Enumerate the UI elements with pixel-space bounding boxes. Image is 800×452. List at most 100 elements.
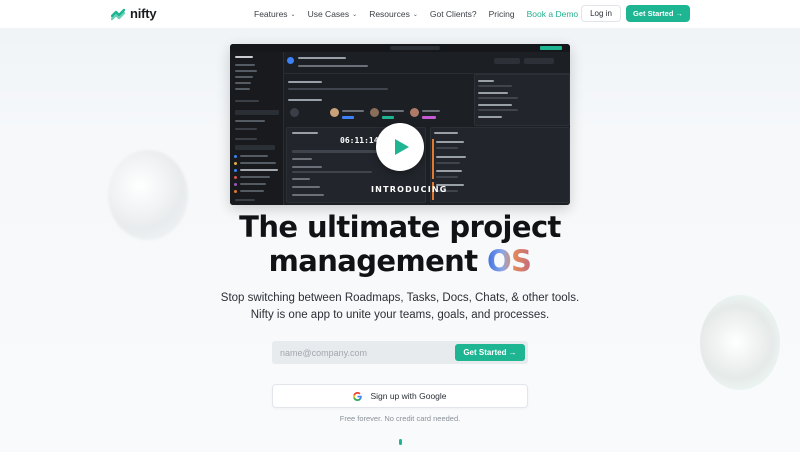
nav-get-started-button[interactable]: Get Started → (626, 5, 690, 22)
ms-line (436, 156, 466, 158)
tt-row (292, 158, 312, 160)
nav-book-demo-label: Book a Demo (526, 9, 579, 19)
member-avatar (410, 108, 419, 117)
automate-btn (494, 58, 520, 64)
sb-line (240, 162, 276, 164)
time-tracker-readout: 06:11:14 (340, 136, 379, 145)
video-caption: INTRODUCING (371, 185, 448, 194)
activity-line (478, 97, 518, 99)
google-icon (353, 391, 363, 401)
nav-features-label: Features (254, 9, 288, 19)
headline-line-1: The ultimate project (239, 210, 561, 244)
logo[interactable]: nifty (111, 6, 157, 21)
sb-dot (234, 162, 237, 165)
project-title-line (298, 57, 346, 59)
subheadline-line-1: Stop switching between Roadmaps, Tasks, … (220, 292, 580, 304)
chevron-down-icon: ⌄ (352, 11, 358, 18)
app-preview-topbar (230, 44, 570, 52)
sb-line (235, 110, 279, 115)
hero-headline: The ultimate project management OS (0, 210, 800, 278)
sb-dot (234, 155, 237, 158)
tt-row (292, 178, 310, 180)
signup-fineprint: Free forever. No credit card needed. (339, 414, 461, 423)
tt-row (292, 194, 324, 196)
headline-line-2: management OS (0, 244, 800, 278)
ms-heading (434, 132, 458, 134)
activity-line (478, 85, 512, 87)
sb-line (240, 190, 264, 192)
sb-dot (234, 176, 237, 179)
sb-line (235, 70, 257, 72)
hero-subheadline: Stop switching between Roadmaps, Tasks, … (0, 290, 800, 324)
play-button[interactable] (376, 123, 424, 171)
nav-resources-label: Resources (369, 9, 410, 19)
app-preview-new-button (540, 46, 562, 50)
sb-line (235, 138, 257, 140)
ms-line (436, 147, 458, 149)
chevron-down-icon: ⌄ (412, 11, 418, 18)
tt-heading (292, 132, 318, 134)
ms-line (436, 170, 462, 172)
sb-line (235, 56, 253, 58)
tt-row (292, 171, 372, 173)
tt-row (292, 186, 320, 188)
top-nav: nifty Features ⌄ Use Cases ⌄ Resources ⌄… (0, 0, 800, 28)
sb-line (240, 183, 266, 185)
headline-line-2-prefix: management (268, 244, 487, 278)
activity-line (478, 92, 508, 94)
member-name (422, 110, 440, 112)
member-name (342, 110, 364, 112)
play-icon (395, 139, 409, 155)
ms-line (436, 141, 464, 143)
sb-line (235, 145, 275, 150)
email-signup-form: Get Started → (272, 341, 528, 364)
nav-book-demo[interactable]: Book a Demo (527, 9, 579, 19)
member-avatar (330, 108, 339, 117)
headline-highlight: OS (486, 244, 532, 278)
add-widget-btn (524, 58, 554, 64)
sb-line (235, 120, 265, 122)
sb-line (240, 169, 278, 171)
sb-line (240, 155, 268, 157)
sb-line (235, 76, 253, 78)
sb-line (235, 88, 250, 90)
sb-dot (234, 190, 237, 193)
sb-line (235, 199, 255, 201)
ms-bar (432, 139, 434, 179)
activity-line (478, 104, 512, 106)
nav-use-cases-label: Use Cases (307, 9, 350, 19)
outline-text (288, 88, 388, 90)
nav-features[interactable]: Features ⌄ (254, 9, 296, 19)
nav-use-cases[interactable]: Use Cases ⌄ (308, 9, 358, 19)
member-avatar (290, 108, 299, 117)
hero-get-started-button[interactable]: Get Started → (455, 344, 525, 361)
intro-video-player[interactable]: 06:11:14 INTRODUCING (230, 44, 570, 205)
nav-got-clients[interactable]: Got Clients? (430, 9, 477, 19)
sb-dot (234, 169, 237, 172)
nav-pricing[interactable]: Pricing (489, 9, 515, 19)
member-tag (342, 116, 354, 119)
subheadline-line-2: Nifty is one app to unite your teams, go… (250, 309, 550, 321)
activity-line (478, 80, 494, 82)
google-signup-button[interactable]: Sign up with Google (272, 384, 528, 408)
sb-line (235, 100, 259, 102)
google-signup-label: Sign up with Google (370, 391, 447, 401)
sb-line (235, 64, 255, 66)
nav-got-clients-label: Got Clients? (429, 9, 477, 19)
app-preview-main (284, 52, 570, 205)
project-tabs-line (298, 65, 368, 67)
ms-line (436, 176, 458, 178)
nav-pricing-label: Pricing (488, 9, 515, 19)
activity-line (478, 109, 518, 111)
login-button[interactable]: Log in (581, 5, 621, 22)
app-preview-search (390, 46, 440, 50)
sb-dot (234, 183, 237, 186)
nav-links: Features ⌄ Use Cases ⌄ Resources ⌄ Got C… (254, 9, 590, 19)
sb-line (240, 176, 270, 178)
app-preview-sidebar (230, 52, 284, 205)
nav-resources[interactable]: Resources ⌄ (369, 9, 418, 19)
email-field[interactable] (280, 345, 450, 360)
member-tag (382, 116, 394, 119)
project-badge (287, 57, 294, 64)
chevron-down-icon: ⌄ (290, 11, 296, 18)
